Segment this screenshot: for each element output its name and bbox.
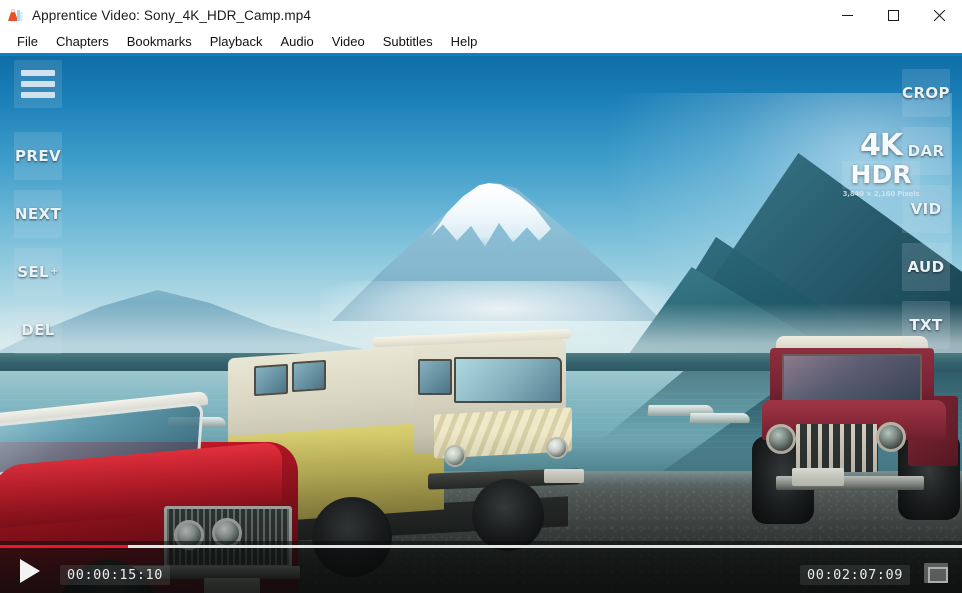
menu-subtitles[interactable]: Subtitles [374,32,442,51]
hamburger-bar-3 [21,92,55,98]
menu-bar: File Chapters Bookmarks Playback Audio V… [0,30,962,53]
camper-side-window-2 [292,359,326,393]
camper-door-window [418,359,452,395]
menu-chapters[interactable]: Chapters [47,32,118,51]
camper-headlight-left [444,445,466,467]
accent-line [0,53,962,56]
vid-button-label: VID [910,200,942,218]
transport-bar: 00:00:15:10 00:02:07:09 [0,541,962,593]
window-controls [824,0,962,30]
menu-playback[interactable]: Playback [201,32,272,51]
left-overlay-toolbar: PREV NEXT SEL + DEL [14,60,62,364]
dar-button[interactable]: DAR [902,127,950,175]
camper-headlight-right [546,437,568,459]
video-player-window: Apprentice Video: Sony_4K_HDR_Camp.mp4 F… [0,0,962,593]
right-overlay-toolbar: CROP DAR VID AUD TXT [902,69,950,359]
play-icon[interactable] [20,559,40,583]
aud-button-label: AUD [907,258,945,276]
sel-button-superscript: + [50,266,59,277]
title-bar: Apprentice Video: Sony_4K_HDR_Camp.mp4 [0,0,962,30]
close-button[interactable] [916,0,962,30]
jeep-windshield [782,354,922,402]
jeep-headlight-right [876,422,906,452]
maximize-button[interactable] [870,0,916,30]
next-button-label: NEXT [14,205,62,223]
menu-audio[interactable]: Audio [271,32,322,51]
prev-button[interactable]: PREV [14,132,62,180]
dar-button-label: DAR [907,142,945,160]
sel-button-label: SEL [17,263,50,281]
camper-license-plate [544,469,584,483]
video-frame-image [0,53,962,593]
hamburger-bar-1 [21,70,55,76]
camper-side-window-1 [254,363,288,397]
vid-button[interactable]: VID [902,185,950,233]
prev-button-label: PREV [15,147,61,165]
hamburger-menu-icon[interactable] [14,60,62,108]
menu-video[interactable]: Video [323,32,374,51]
hamburger-bar-2 [21,81,55,87]
del-button[interactable]: DEL [14,306,62,354]
txt-button[interactable]: TXT [902,301,950,349]
menu-file[interactable]: File [8,32,47,51]
current-time-display: 00:00:15:10 [60,565,171,585]
video-canvas[interactable]: PREV NEXT SEL + DEL 4K HDR 3,840 × 2,160 … [0,53,962,593]
seek-slider[interactable] [0,541,962,553]
window-title: Apprentice Video: Sony_4K_HDR_Camp.mp4 [32,7,311,23]
txt-button-label: TXT [909,316,943,334]
vlc-cone-icon [7,7,24,24]
total-time-display: 00:02:07:09 [799,565,910,585]
minimize-button[interactable] [824,0,870,30]
sel-button[interactable]: SEL + [14,248,62,296]
jeep-headlight-left [766,424,796,454]
menu-bookmarks[interactable]: Bookmarks [118,32,201,51]
del-button-label: DEL [21,321,55,339]
aud-button[interactable]: AUD [902,243,950,291]
camper-windshield [454,357,562,403]
fullscreen-icon[interactable] [924,563,948,583]
crop-button-label: CROP [902,84,950,102]
crop-button[interactable]: CROP [902,69,950,117]
boat-2 [689,413,751,423]
jeep-grille [796,424,878,472]
next-button[interactable]: NEXT [14,190,62,238]
menu-help[interactable]: Help [442,32,487,51]
jeep-license-plate [792,468,844,486]
